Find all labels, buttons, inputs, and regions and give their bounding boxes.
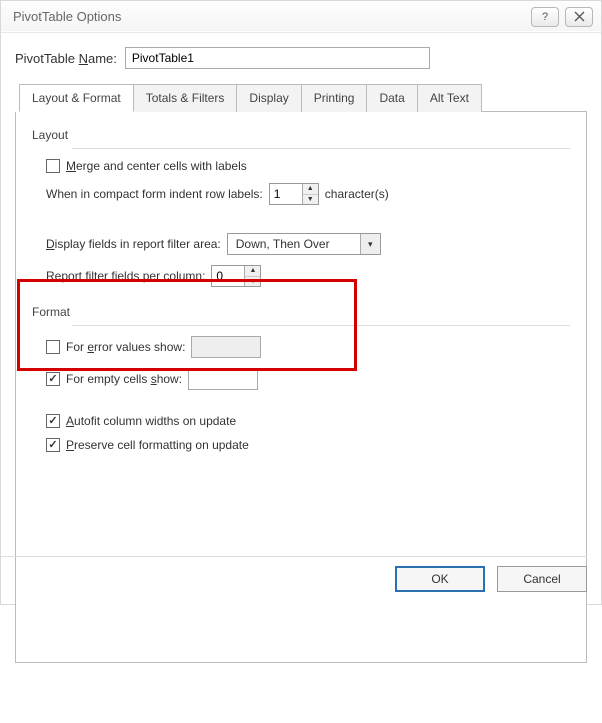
tab-bar: Layout & Format Totals & Filters Display… xyxy=(19,83,587,112)
empty-cells-row: For empty cells show: xyxy=(46,368,570,390)
autofit-label: Autofit column widths on update xyxy=(66,414,236,428)
help-button[interactable]: ? xyxy=(531,7,559,27)
spinner-up[interactable]: ▲ xyxy=(245,266,260,277)
indent-input[interactable] xyxy=(270,184,302,204)
error-values-checkbox[interactable] xyxy=(46,340,60,354)
name-row: PivotTable Name: xyxy=(15,47,587,69)
preserve-checkbox[interactable] xyxy=(46,438,60,452)
button-bar: OK Cancel xyxy=(395,556,587,592)
tab-alt-text[interactable]: Alt Text xyxy=(417,84,482,112)
window-title: PivotTable Options xyxy=(13,9,531,24)
per-column-row: Report filter fields per column: ▲ ▼ xyxy=(46,265,570,287)
close-icon xyxy=(574,11,585,22)
tab-display[interactable]: Display xyxy=(236,84,301,112)
format-group-title: Format xyxy=(32,305,570,319)
dialog-body: PivotTable Name: Layout & Format Totals … xyxy=(1,33,601,723)
per-column-input[interactable] xyxy=(212,266,244,286)
separator xyxy=(72,325,570,326)
close-button[interactable] xyxy=(565,7,593,27)
indent-row: When in compact form indent row labels: … xyxy=(46,183,570,205)
separator xyxy=(72,148,570,149)
error-values-label: For error values show: xyxy=(66,340,185,354)
spinner-down[interactable]: ▼ xyxy=(303,195,318,205)
window-buttons: ? xyxy=(531,7,593,27)
ok-button[interactable]: OK xyxy=(395,566,485,592)
merge-label: Merge and center cells with labels xyxy=(66,159,247,173)
per-column-label: Report filter fields per column: xyxy=(46,269,205,283)
spinner-up[interactable]: ▲ xyxy=(303,184,318,195)
indent-label: When in compact form indent row labels: xyxy=(46,187,263,201)
tab-totals-filters[interactable]: Totals & Filters xyxy=(133,84,238,112)
name-input[interactable] xyxy=(125,47,430,69)
autofit-checkbox[interactable] xyxy=(46,414,60,428)
merge-row: Merge and center cells with labels xyxy=(46,159,570,173)
display-fields-value: Down, Then Over xyxy=(228,237,360,251)
autofit-row: Autofit column widths on update xyxy=(46,414,570,428)
chevron-down-icon: ▾ xyxy=(360,234,380,254)
titlebar: PivotTable Options ? xyxy=(1,1,601,33)
display-fields-select[interactable]: Down, Then Over ▾ xyxy=(227,233,381,255)
empty-cells-input[interactable] xyxy=(188,368,258,390)
display-fields-row: Display fields in report filter area: Do… xyxy=(46,233,570,255)
name-label: PivotTable Name: xyxy=(15,51,117,66)
tab-layout-format[interactable]: Layout & Format xyxy=(19,84,134,112)
error-values-input xyxy=(191,336,261,358)
dialog-window: PivotTable Options ? PivotTable Name: La… xyxy=(0,0,602,605)
indent-suffix: character(s) xyxy=(325,187,389,201)
spinner-arrows: ▲ ▼ xyxy=(244,266,260,286)
indent-spinner[interactable]: ▲ ▼ xyxy=(269,183,319,205)
empty-cells-label: For empty cells show: xyxy=(66,372,182,386)
cancel-button[interactable]: Cancel xyxy=(497,566,587,592)
layout-group-title: Layout xyxy=(32,128,570,142)
tab-printing[interactable]: Printing xyxy=(301,84,368,112)
error-values-row: For error values show: xyxy=(46,336,570,358)
preserve-label: Preserve cell formatting on update xyxy=(66,438,249,452)
merge-checkbox[interactable] xyxy=(46,159,60,173)
spinner-down[interactable]: ▼ xyxy=(245,277,260,287)
per-column-spinner[interactable]: ▲ ▼ xyxy=(211,265,261,287)
spinner-arrows: ▲ ▼ xyxy=(302,184,318,204)
display-fields-label: Display fields in report filter area: xyxy=(46,237,221,251)
tab-data[interactable]: Data xyxy=(366,84,417,112)
empty-cells-checkbox[interactable] xyxy=(46,372,60,386)
preserve-row: Preserve cell formatting on update xyxy=(46,438,570,452)
